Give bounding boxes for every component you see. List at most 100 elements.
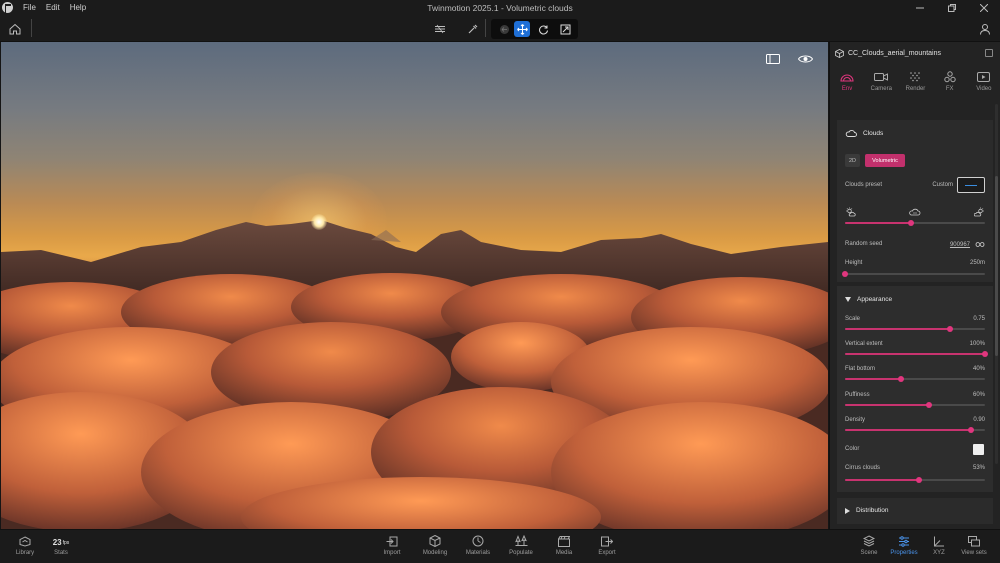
- toolbar-divider: [31, 19, 32, 37]
- tab-env[interactable]: Env: [832, 70, 862, 102]
- slider-knob[interactable]: [907, 220, 914, 226]
- cloud-icon: [845, 130, 857, 137]
- close-icon[interactable]: [968, 0, 1000, 15]
- fps-readout: 23 fps: [52, 538, 70, 547]
- modeling-icon: [428, 535, 442, 547]
- clouds-section-header[interactable]: Clouds: [845, 129, 883, 137]
- window-title: Twinmotion 2025.1 - Volumetric clouds: [427, 2, 573, 13]
- appearance-slider[interactable]: [845, 351, 988, 357]
- appearance-slider-label: Scale: [845, 316, 861, 322]
- clouds-preset-label: Clouds preset: [845, 182, 883, 188]
- overcast-icon: [974, 207, 984, 217]
- layers-icon[interactable]: [432, 21, 447, 36]
- eyedropper-icon[interactable]: [465, 21, 480, 36]
- appearance-slider-label: Puffiness: [845, 392, 870, 398]
- tab-video[interactable]: Video: [969, 70, 999, 102]
- panel-header: CC_Clouds_aerial_mountains: [830, 42, 1000, 64]
- appearance-slider-row: Puffiness 60%: [845, 392, 985, 398]
- import-button[interactable]: Import: [374, 535, 410, 556]
- tab-camera[interactable]: Camera: [866, 70, 896, 102]
- materials-button[interactable]: Materials: [460, 535, 496, 556]
- scale-tool-icon[interactable]: [557, 21, 573, 37]
- clouds-volumetric-button[interactable]: Volumetric: [865, 154, 905, 167]
- cloud-coverage-icons: [845, 207, 985, 217]
- media-button[interactable]: Media: [546, 535, 582, 556]
- cloud-coverage-slider[interactable]: [845, 220, 985, 226]
- volumetric-clouds: [1, 273, 828, 529]
- undo-icon[interactable]: [496, 21, 512, 37]
- cirrus-clouds-slider[interactable]: [845, 477, 985, 483]
- env-icon: [840, 70, 854, 83]
- user-account-icon[interactable]: [977, 21, 992, 36]
- appearance-slider-row: Vertical extent 100%: [845, 341, 985, 347]
- height-value: 250m: [969, 260, 985, 266]
- populate-button[interactable]: Populate: [503, 535, 539, 556]
- transform-tool-group: [491, 19, 578, 39]
- distribution-section-header[interactable]: Distribution: [845, 507, 889, 514]
- appearance-slider[interactable]: [845, 326, 985, 332]
- slider-knob[interactable]: [947, 326, 953, 332]
- import-icon: [385, 535, 399, 547]
- appearance-slider[interactable]: [845, 376, 985, 382]
- sunny-icon: [846, 207, 856, 217]
- clouds-preset-swatch[interactable]: [957, 177, 985, 193]
- slider-knob[interactable]: [982, 351, 988, 357]
- scene-button[interactable]: Scene: [851, 535, 887, 556]
- cirrus-clouds-label: Cirrus clouds: [845, 465, 881, 471]
- random-seed-row: Random seed 900967: [845, 241, 985, 248]
- modeling-button[interactable]: Modeling: [417, 535, 453, 556]
- slider-knob[interactable]: [842, 271, 848, 277]
- view-sets-button[interactable]: View sets: [956, 535, 992, 556]
- rotate-tool-icon[interactable]: [535, 21, 551, 37]
- home-icon[interactable]: [7, 21, 22, 36]
- caret-right-icon: [845, 507, 850, 514]
- move-tool-icon[interactable]: [514, 21, 530, 37]
- main-toolbar: [0, 15, 1000, 42]
- menu-file[interactable]: File: [18, 3, 41, 12]
- xyz-button[interactable]: XYZ: [921, 535, 957, 556]
- appearance-slider-value: 40%: [972, 366, 985, 372]
- panel-toggle-icon[interactable]: [765, 52, 781, 66]
- library-button[interactable]: Library: [7, 535, 43, 556]
- tab-fx[interactable]: FX: [935, 70, 965, 102]
- video-icon: [977, 70, 991, 83]
- random-seed-value[interactable]: 900967: [950, 242, 970, 248]
- menu-help[interactable]: Help: [65, 3, 91, 12]
- slider-knob[interactable]: [898, 376, 904, 382]
- panel-scrollbar[interactable]: [995, 104, 998, 464]
- clouds-2d-button[interactable]: 2D: [845, 154, 860, 167]
- properties-icon: [897, 535, 911, 547]
- appearance-slider[interactable]: [845, 402, 985, 408]
- 3d-viewport[interactable]: [1, 42, 828, 529]
- height-slider[interactable]: [842, 271, 985, 277]
- menu-edit[interactable]: Edit: [41, 3, 65, 12]
- scene-name: CC_Clouds_aerial_mountains: [848, 49, 941, 57]
- title-bar: File Edit Help Twinmotion 2025.1 - Volum…: [0, 0, 1000, 15]
- slider-knob[interactable]: [968, 427, 974, 433]
- randomize-icon[interactable]: [975, 241, 985, 248]
- appearance-slider-label: Density: [845, 417, 866, 423]
- maximize-icon[interactable]: [936, 0, 968, 15]
- appearance-slider[interactable]: [845, 427, 985, 433]
- appearance-slider-value: 60%: [972, 392, 985, 398]
- appearance-slider-row: Scale 0.75: [845, 316, 985, 322]
- eye-icon[interactable]: [797, 52, 813, 66]
- xyz-icon: [932, 535, 946, 547]
- minimize-icon[interactable]: [904, 0, 936, 15]
- properties-panel: CC_Clouds_aerial_mountains Env Camera Re…: [829, 42, 1000, 529]
- populate-icon: [514, 535, 528, 547]
- tab-render[interactable]: Render: [900, 70, 930, 102]
- cloud-color-swatch[interactable]: [973, 444, 984, 455]
- export-button[interactable]: Export: [589, 535, 625, 556]
- appearance-section-header[interactable]: Appearance: [845, 296, 892, 303]
- partly-cloudy-icon: [909, 208, 921, 216]
- color-row: Color: [845, 446, 985, 452]
- slider-knob[interactable]: [926, 402, 932, 408]
- appearance-slider-value: 0.90: [973, 417, 985, 423]
- appearance-slider-row: Density 0.90: [845, 417, 985, 423]
- properties-button[interactable]: Properties: [886, 535, 922, 556]
- stats-button[interactable]: 23 fps Stats: [43, 535, 79, 556]
- slider-knob[interactable]: [916, 477, 923, 483]
- cirrus-clouds-value: 53%: [972, 465, 985, 471]
- detach-panel-icon[interactable]: [985, 49, 993, 57]
